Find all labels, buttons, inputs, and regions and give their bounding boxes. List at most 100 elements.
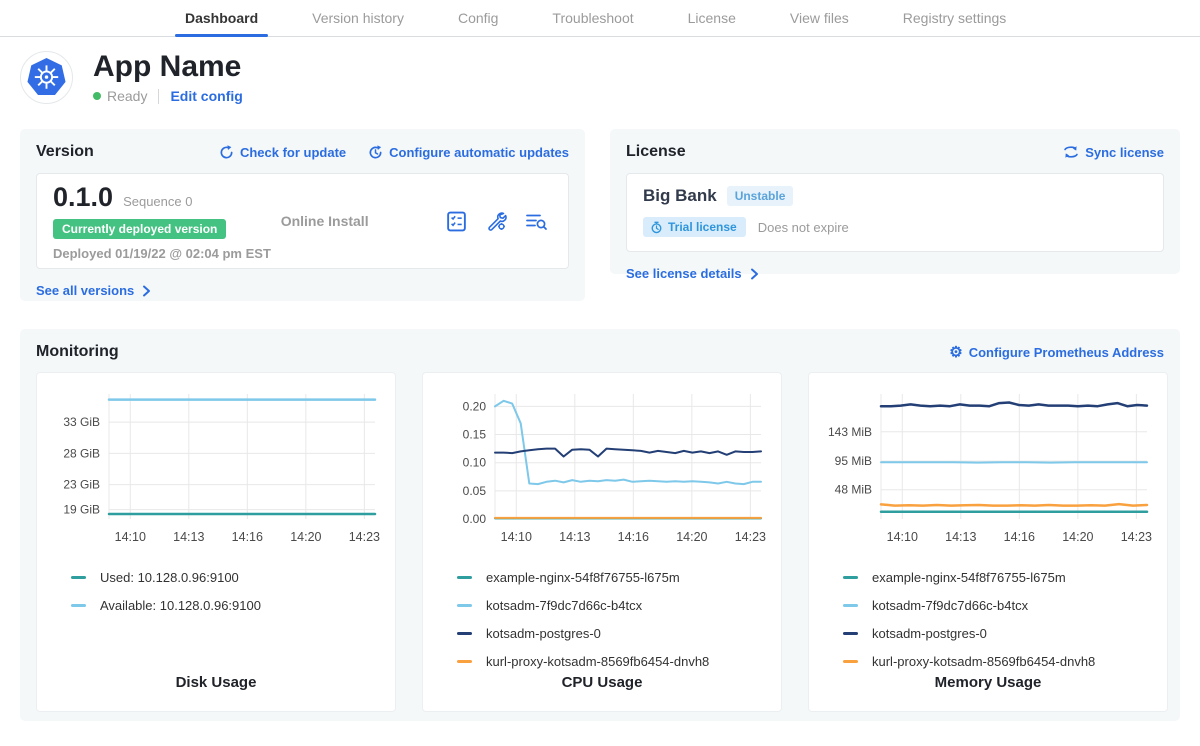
tab-view-files[interactable]: View files [790, 0, 849, 36]
edit-config-link[interactable]: Edit config [170, 88, 242, 104]
svg-text:14:23: 14:23 [349, 530, 380, 544]
legend-label: Used: 10.128.0.96:9100 [100, 570, 239, 585]
version-number: 0.1.0 [53, 182, 113, 213]
license-name: Big Bank [643, 186, 717, 206]
license-type-badge: Trial license [643, 217, 746, 237]
chart-legend: Used: 10.128.0.96:9100 Available: 10.128.… [71, 570, 385, 613]
svg-text:0.00: 0.00 [463, 512, 487, 526]
chart-legend: example-nginx-54f8f76755-l675m kotsadm-7f… [457, 570, 771, 669]
legend-item: Used: 10.128.0.96:9100 [71, 570, 385, 585]
legend-label: kotsadm-7f9dc7d66c-b4tcx [486, 598, 642, 613]
logs-search-icon [524, 210, 548, 233]
svg-text:14:10: 14:10 [887, 530, 918, 544]
legend-item: kotsadm-7f9dc7d66c-b4tcx [843, 598, 1157, 613]
legend-label: kurl-proxy-kotsadm-8569fb6454-dnvh8 [872, 654, 1095, 669]
svg-text:0.10: 0.10 [463, 456, 487, 470]
deployed-timestamp: Deployed 01/19/22 @ 02:04 pm EST [53, 246, 281, 261]
legend-swatch [71, 604, 86, 607]
version-card-title: Version [36, 143, 94, 161]
status-dot [93, 92, 101, 100]
svg-text:14:23: 14:23 [735, 530, 766, 544]
legend-swatch [457, 660, 472, 663]
svg-text:23 GiB: 23 GiB [63, 478, 100, 492]
svg-text:14:16: 14:16 [618, 530, 649, 544]
legend-label: kurl-proxy-kotsadm-8569fb6454-dnvh8 [486, 654, 709, 669]
svg-text:143 MiB: 143 MiB [828, 425, 872, 439]
chevron-right-icon [142, 285, 151, 297]
divider [158, 89, 159, 104]
version-sequence: Sequence 0 [123, 194, 192, 209]
chart-disk-usage: 14:1014:1314:1614:2014:2333 GiB28 GiB23 … [47, 385, 385, 558]
svg-text:14:10: 14:10 [115, 530, 146, 544]
tab-license[interactable]: License [688, 0, 736, 36]
check-for-update-button[interactable]: Check for update [219, 145, 346, 160]
sync-icon [1063, 145, 1079, 159]
license-expiry: Does not expire [758, 220, 849, 235]
trial-clock-icon [650, 221, 663, 234]
kubernetes-icon [24, 55, 69, 100]
chart-card-disk-usage: 14:1014:1314:1614:2014:2333 GiB28 GiB23 … [36, 372, 396, 712]
legend-swatch [843, 632, 858, 635]
legend-item: example-nginx-54f8f76755-l675m [457, 570, 771, 585]
monitoring-title: Monitoring [36, 343, 119, 361]
svg-text:14:13: 14:13 [559, 530, 590, 544]
tab-registry-settings[interactable]: Registry settings [903, 0, 1006, 36]
legend-item: Available: 10.128.0.96:9100 [71, 598, 385, 613]
svg-text:0.15: 0.15 [463, 428, 487, 442]
legend-label: Available: 10.128.0.96:9100 [100, 598, 261, 613]
chart-card-memory-usage: 14:1014:1314:1614:2014:23143 MiB95 MiB48… [808, 372, 1168, 712]
svg-text:0.05: 0.05 [463, 484, 487, 498]
svg-text:33 GiB: 33 GiB [63, 415, 100, 429]
chart-plot: 14:1014:1314:1614:2014:23143 MiB95 MiB48… [819, 385, 1153, 553]
tab-config[interactable]: Config [458, 0, 498, 36]
svg-text:14:20: 14:20 [1062, 530, 1093, 544]
sync-license-button[interactable]: Sync license [1063, 145, 1164, 160]
configure-prometheus-button[interactable]: ⚙ Configure Prometheus Address [949, 345, 1164, 360]
status-badge: Ready [107, 88, 147, 104]
chart-cpu-usage: 14:10 14:13 14:16 14:20 14:23 0.20 0.15 0.10 0.0… [433, 385, 771, 558]
chart-memory-usage: 14:1014:1314:1614:2014:23143 MiB95 MiB48… [819, 385, 1157, 558]
page-title: App Name [93, 50, 243, 83]
license-box: Big Bank Unstable Trial license Does not… [626, 173, 1164, 252]
svg-text:28 GiB: 28 GiB [63, 446, 100, 460]
legend-item: kurl-proxy-kotsadm-8569fb6454-dnvh8 [457, 654, 771, 669]
tab-dashboard[interactable]: Dashboard [185, 0, 258, 36]
channel-badge: Unstable [727, 186, 794, 206]
edit-config-icon-button[interactable] [484, 209, 508, 233]
legend-label: kotsadm-postgres-0 [872, 626, 987, 641]
top-navigation: Dashboard Version history Config Troublesho… [0, 0, 1200, 37]
svg-text:14:20: 14:20 [290, 530, 321, 544]
svg-text:19 GiB: 19 GiB [63, 503, 100, 517]
svg-text:14:10: 14:10 [501, 530, 532, 544]
legend-swatch [457, 604, 472, 607]
svg-text:0.20: 0.20 [463, 399, 487, 413]
app-logo [20, 51, 73, 104]
monitoring-section: Monitoring ⚙ Configure Prometheus Addres… [20, 329, 1180, 721]
tab-version-history[interactable]: Version history [312, 0, 404, 36]
legend-label: kotsadm-7f9dc7d66c-b4tcx [872, 598, 1028, 613]
chart-title: Disk Usage [47, 674, 385, 699]
chart-title: CPU Usage [433, 674, 771, 699]
svg-text:14:20: 14:20 [676, 530, 707, 544]
svg-text:95 MiB: 95 MiB [835, 454, 872, 468]
legend-item: kotsadm-postgres-0 [457, 626, 771, 641]
install-type-label: Online Install [281, 213, 445, 229]
tab-troubleshoot[interactable]: Troubleshoot [552, 0, 633, 36]
legend-item: example-nginx-54f8f76755-l675m [843, 570, 1157, 585]
svg-text:14:13: 14:13 [173, 530, 204, 544]
see-all-versions-link[interactable]: See all versions [36, 283, 151, 298]
license-card: License Sync license Big Bank Unstable [610, 129, 1180, 274]
preflight-checks-button[interactable] [445, 210, 468, 233]
see-license-details-link[interactable]: See license details [626, 266, 759, 281]
legend-label: example-nginx-54f8f76755-l675m [486, 570, 680, 585]
chart-plot: 14:10 14:13 14:16 14:20 14:23 0.20 0.15 0.10 0.0… [433, 385, 767, 553]
chart-plot: 14:1014:1314:1614:2014:2333 GiB28 GiB23 … [47, 385, 381, 553]
chart-legend: example-nginx-54f8f76755-l675m kotsadm-7f… [843, 570, 1157, 669]
deploy-logs-button[interactable] [524, 210, 548, 233]
legend-label: example-nginx-54f8f76755-l675m [872, 570, 1066, 585]
current-version-box: 0.1.0 Sequence 0 Currently deployed vers… [36, 173, 569, 269]
legend-swatch [843, 604, 858, 607]
configure-automatic-updates-button[interactable]: Configure automatic updates [368, 145, 569, 160]
gear-icon: ⚙ [949, 345, 962, 360]
legend-swatch [843, 660, 858, 663]
